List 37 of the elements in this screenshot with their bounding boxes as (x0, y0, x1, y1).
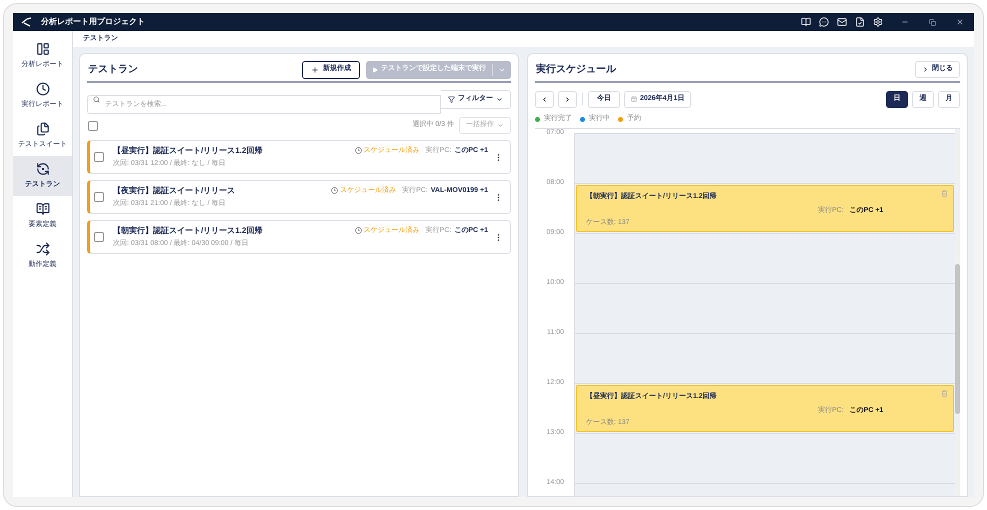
plus-icon (311, 66, 319, 74)
restore-icon[interactable] (929, 18, 936, 26)
row-checkbox[interactable] (94, 152, 104, 162)
test-run-title: 【朝実行】認証スイート/リリース1.2回帰 (113, 224, 262, 237)
chevron-left-icon (541, 96, 548, 102)
select-all-checkbox[interactable] (88, 120, 98, 130)
layout-icon (36, 42, 50, 56)
clock-icon (354, 227, 362, 234)
search-icon (93, 96, 100, 103)
play-icon (372, 66, 378, 72)
panel-title: テストラン (88, 63, 138, 77)
row-checkbox[interactable] (94, 232, 104, 242)
shuffle-icon (36, 242, 50, 256)
chevron-icon (922, 66, 929, 73)
caret-icon (497, 122, 504, 129)
document-icon[interactable] (855, 17, 865, 27)
filter-icon (448, 96, 455, 103)
document-stack-icon (36, 122, 50, 136)
window-title: 分析レポート用プロジェクト (41, 16, 145, 28)
clock-icon (331, 187, 338, 194)
book-icon[interactable] (801, 17, 811, 27)
row-checkbox[interactable] (94, 192, 104, 202)
app-logo-icon (21, 17, 33, 27)
test-run-title: 【昼実行】認証スイート/リリース1.2回帰 (113, 144, 262, 157)
chat-icon[interactable] (819, 17, 829, 27)
close-icon[interactable] (956, 18, 964, 26)
caret-icon (496, 96, 503, 103)
mail-icon[interactable] (837, 17, 847, 27)
panel-title: 実行スケジュール (536, 62, 616, 77)
test-run-title: 【夜実行】認証スイート/リリース (113, 184, 236, 197)
open-book-icon (36, 202, 50, 216)
clock-icon (354, 147, 362, 154)
calendar-icon (631, 96, 637, 102)
cycle-icon (36, 162, 50, 176)
clock-icon (36, 82, 50, 96)
chevron-right-icon (564, 96, 571, 102)
settings-icon[interactable] (873, 17, 883, 27)
